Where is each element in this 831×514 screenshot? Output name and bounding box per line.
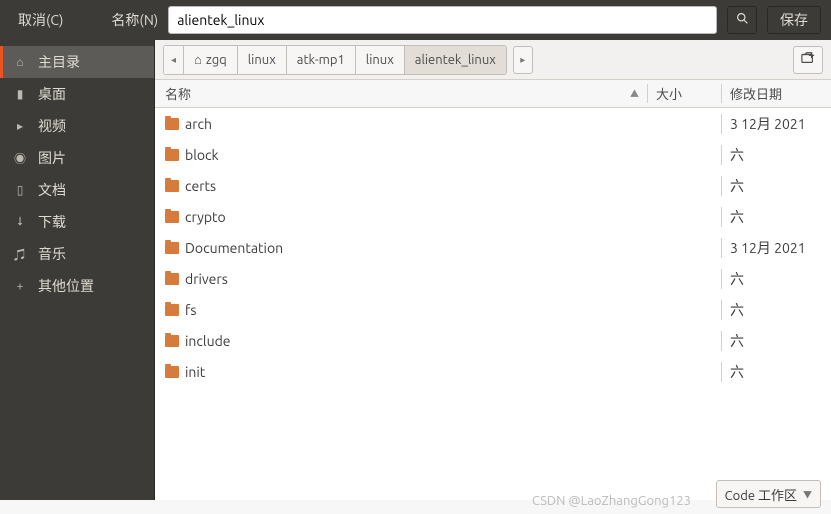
chevron-down-icon: ▼	[803, 488, 812, 501]
sidebar-icon: ▯	[12, 183, 28, 197]
folder-icon	[165, 118, 179, 130]
breadcrumb: ◂ ⌂zgqlinuxatk-mp1linuxalientek_linux	[163, 45, 507, 75]
file-row[interactable]: Documentation 3 12月 2021	[155, 232, 831, 263]
sidebar-icon: ▮	[12, 87, 28, 101]
sidebar-item-2[interactable]: ▸ 视频	[0, 110, 154, 142]
sidebar-item-7[interactable]: + 其他位置	[0, 270, 154, 302]
filename-input[interactable]	[168, 6, 717, 34]
column-header-name[interactable]: 名称 ▲	[155, 84, 647, 103]
folder-icon	[165, 180, 179, 192]
sidebar: ⌂ 主目录 ▮ 桌面 ▸ 视频 ◉ 图片 ▯ 文档 ⭣ 下载 ♫ 音乐 + 其他位置	[0, 40, 154, 500]
sidebar-item-4[interactable]: ▯ 文档	[0, 174, 154, 206]
file-name: include	[185, 333, 231, 349]
folder-icon	[165, 335, 179, 347]
footer: Code 工作区 ▼	[716, 480, 821, 508]
breadcrumb-segment-0[interactable]: ⌂zgq	[184, 46, 238, 74]
save-button[interactable]: 保存	[767, 6, 821, 34]
sort-indicator-icon: ▲	[630, 87, 639, 100]
file-date: 六	[721, 300, 831, 320]
sidebar-item-label: 视频	[38, 116, 66, 136]
file-row[interactable]: drivers 六	[155, 263, 831, 294]
new-folder-icon	[801, 51, 815, 68]
sidebar-item-label: 其他位置	[38, 276, 94, 296]
file-row[interactable]: init 六	[155, 356, 831, 387]
file-name: fs	[185, 302, 196, 318]
file-name: crypto	[185, 209, 226, 225]
breadcrumb-segment-3[interactable]: linux	[356, 46, 405, 74]
breadcrumb-back-button[interactable]: ◂	[164, 46, 184, 74]
sidebar-icon: ♫	[12, 246, 28, 263]
content-pane: ◂ ⌂zgqlinuxatk-mp1linuxalientek_linux ▸ …	[154, 40, 831, 500]
breadcrumb-segment-4[interactable]: alientek_linux	[405, 46, 506, 74]
file-name: drivers	[185, 271, 228, 287]
sidebar-icon: +	[12, 280, 28, 293]
sidebar-item-label: 音乐	[38, 244, 66, 264]
file-row[interactable]: crypto 六	[155, 201, 831, 232]
file-row[interactable]: fs 六	[155, 294, 831, 325]
sidebar-icon: ▸	[12, 119, 28, 133]
file-date: 六	[721, 176, 831, 196]
file-row[interactable]: include 六	[155, 325, 831, 356]
new-folder-button[interactable]	[793, 46, 823, 74]
column-headers: 名称 ▲ 大小 修改日期	[155, 80, 831, 108]
sidebar-item-5[interactable]: ⭣ 下载	[0, 206, 154, 238]
file-date: 六	[721, 145, 831, 165]
name-label: 名称(N)	[111, 10, 158, 30]
sidebar-item-0[interactable]: ⌂ 主目录	[0, 46, 154, 78]
path-bar: ◂ ⌂zgqlinuxatk-mp1linuxalientek_linux ▸	[155, 40, 831, 80]
sidebar-item-label: 下载	[38, 212, 66, 232]
file-date: 六	[721, 362, 831, 382]
folder-icon	[165, 242, 179, 254]
sidebar-item-1[interactable]: ▮ 桌面	[0, 78, 154, 110]
file-date: 六	[721, 269, 831, 289]
home-icon: ⌂	[194, 52, 202, 67]
cancel-button[interactable]: 取消(C)	[10, 6, 71, 34]
folder-icon	[165, 273, 179, 285]
column-header-date[interactable]: 修改日期	[721, 84, 831, 103]
file-name: arch	[185, 116, 212, 132]
sidebar-item-label: 桌面	[38, 84, 66, 104]
file-name: Documentation	[185, 240, 283, 256]
sidebar-item-label: 图片	[38, 148, 66, 168]
file-list[interactable]: arch 3 12月 2021 block 六 certs 六 crypto 六 Documen…	[155, 108, 831, 500]
file-date: 3 12月 2021	[721, 238, 831, 258]
folder-icon	[165, 366, 179, 378]
file-name: block	[185, 147, 219, 163]
breadcrumb-overflow-button[interactable]: ▸	[513, 46, 533, 74]
filetype-filter[interactable]: Code 工作区 ▼	[716, 480, 821, 508]
file-row[interactable]: certs 六	[155, 170, 831, 201]
breadcrumb-segment-2[interactable]: atk-mp1	[287, 46, 356, 74]
folder-icon	[165, 149, 179, 161]
file-date: 3 12月 2021	[721, 114, 831, 134]
folder-icon	[165, 211, 179, 223]
folder-icon	[165, 304, 179, 316]
file-row[interactable]: block 六	[155, 139, 831, 170]
sidebar-item-label: 主目录	[38, 52, 80, 72]
file-name: certs	[185, 178, 216, 194]
sidebar-icon: ⭣	[12, 215, 28, 229]
breadcrumb-segment-1[interactable]: linux	[238, 46, 287, 74]
sidebar-icon: ⌂	[12, 55, 28, 69]
sidebar-item-3[interactable]: ◉ 图片	[0, 142, 154, 174]
file-date: 六	[721, 331, 831, 351]
sidebar-item-label: 文档	[38, 180, 66, 200]
file-date: 六	[721, 207, 831, 227]
file-row[interactable]: arch 3 12月 2021	[155, 108, 831, 139]
filetype-filter-label: Code 工作区	[725, 485, 797, 504]
column-header-size[interactable]: 大小	[647, 84, 721, 103]
search-icon	[736, 12, 749, 28]
sidebar-item-6[interactable]: ♫ 音乐	[0, 238, 154, 270]
file-name: init	[185, 364, 205, 380]
sidebar-icon: ◉	[12, 150, 28, 167]
search-button[interactable]	[727, 6, 757, 34]
titlebar: 取消(C) 名称(N) 保存	[0, 0, 831, 40]
